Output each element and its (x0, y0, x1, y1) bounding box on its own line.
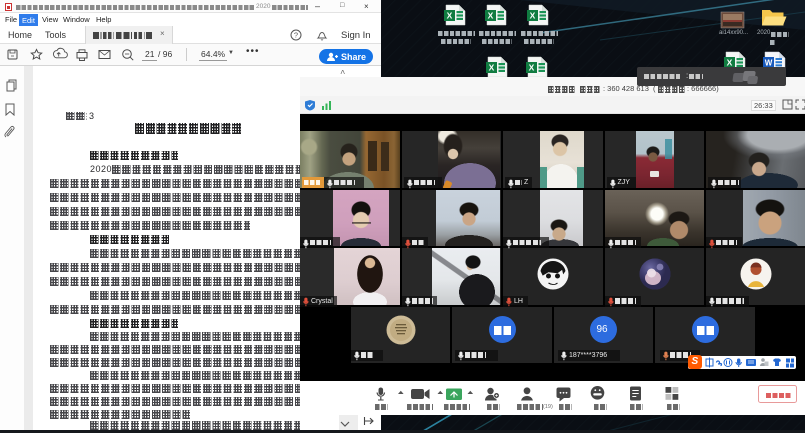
svg-text:?: ? (294, 31, 298, 40)
